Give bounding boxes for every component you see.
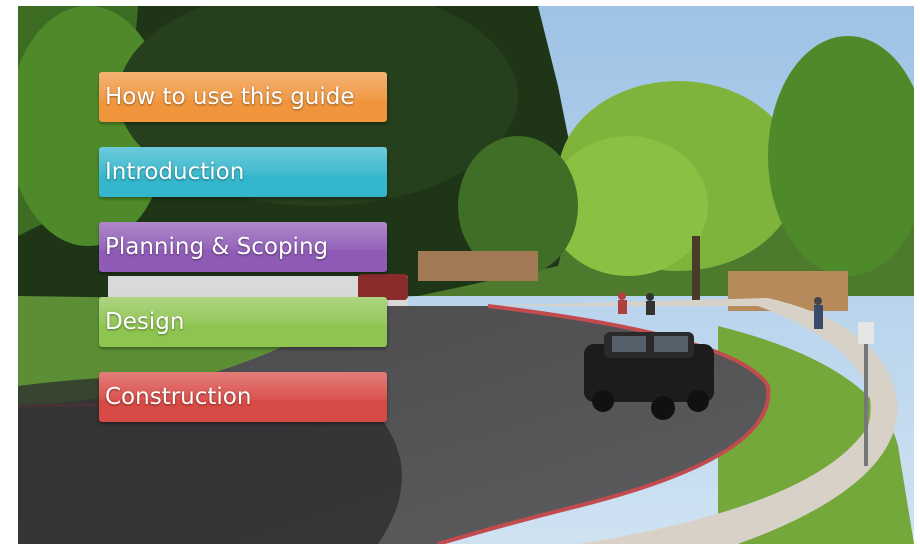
design-button[interactable]: Design [99,297,387,347]
introduction-button[interactable]: Introduction [99,147,387,197]
introduction-label: Introduction [105,159,245,185]
construction-label: Construction [105,384,252,410]
video-frame: How to use this guide Introduction Plann… [18,6,914,544]
construction-button[interactable]: Construction [99,372,387,422]
planning-scoping-label: Planning & Scoping [105,234,329,260]
how-to-use-guide-button[interactable]: How to use this guide [99,72,387,122]
planning-scoping-button[interactable]: Planning & Scoping [99,222,387,272]
how-to-use-guide-label: How to use this guide [105,84,355,110]
guide-menu: How to use this guide Introduction Plann… [99,72,387,447]
design-label: Design [105,309,185,335]
